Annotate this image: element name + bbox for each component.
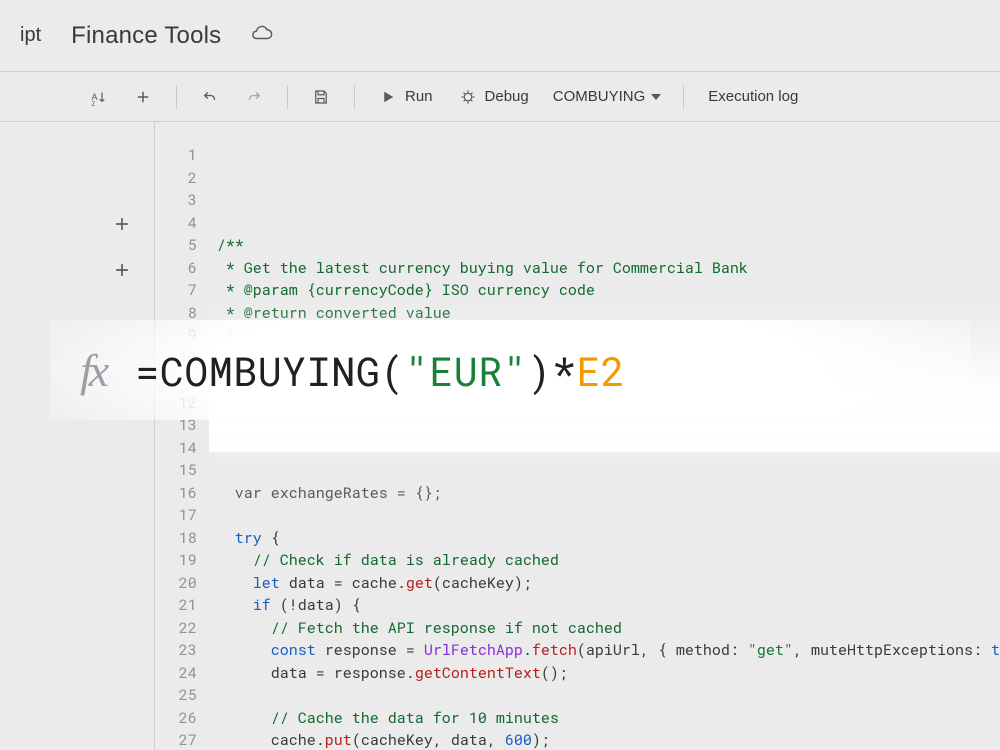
code-line[interactable]: data = response.getContentText(); [217, 662, 1000, 685]
code-line[interactable] [217, 684, 1000, 707]
line-number-gutter: 1234567891011121314151617181920212223242… [155, 122, 209, 750]
code-line[interactable] [217, 437, 1000, 460]
code-area[interactable]: /** * Get the latest currency buying val… [209, 122, 1000, 750]
code-line[interactable]: /** [217, 234, 1000, 257]
run-button[interactable]: Run [369, 82, 443, 112]
breadcrumb-fragment: ipt [20, 24, 41, 47]
code-editor[interactable]: 1234567891011121314151617181920212223242… [155, 122, 1000, 750]
line-number: 3 [155, 189, 197, 212]
line-number: 21 [155, 594, 197, 617]
redo-button[interactable] [235, 82, 273, 112]
code-line[interactable]: const response = UrlFetchApp.fetch(apiUr… [217, 639, 1000, 662]
line-number: 16 [155, 482, 197, 505]
line-number: 2 [155, 167, 197, 190]
code-line[interactable]: * @param {currencyCode} ISO currency cod… [217, 279, 1000, 302]
code-line[interactable]: // Check if data is already cached [217, 549, 1000, 572]
separator [287, 85, 288, 109]
function-selector[interactable]: COMBUYING [545, 82, 670, 111]
line-number: 17 [155, 504, 197, 527]
line-number: 22 [155, 617, 197, 640]
line-number: 23 [155, 639, 197, 662]
rail-add-button-2[interactable] [108, 256, 136, 284]
cloud-save-icon[interactable] [251, 22, 273, 49]
fx-icon: fx [80, 344, 105, 397]
line-number: 15 [155, 459, 197, 482]
header-bar: ipt Finance Tools [0, 0, 1000, 72]
line-number: 4 [155, 212, 197, 235]
line-number: 6 [155, 257, 197, 280]
line-number: 27 [155, 729, 197, 750]
code-line[interactable] [217, 504, 1000, 527]
line-number: 1 [155, 144, 197, 167]
svg-text:A: A [92, 92, 98, 102]
debug-button[interactable]: Debug [449, 82, 539, 112]
editor-toolbar: AZ Run Debug COMBUYING Execution log [0, 72, 1000, 122]
line-number: 26 [155, 707, 197, 730]
separator [683, 85, 684, 109]
formula-text: = COMBUYING ( "EUR" ) * E2 [135, 344, 625, 397]
line-number: 19 [155, 549, 197, 572]
project-title[interactable]: Finance Tools [71, 22, 221, 50]
svg-text:Z: Z [92, 102, 96, 106]
code-line[interactable]: // Cache the data for 10 minutes [217, 707, 1000, 730]
line-number: 25 [155, 684, 197, 707]
line-number: 18 [155, 527, 197, 550]
run-label: Run [405, 88, 433, 105]
execution-log-label: Execution log [708, 88, 798, 105]
line-number: 7 [155, 279, 197, 302]
code-line[interactable]: let data = cache.get(cacheKey); [217, 572, 1000, 595]
line-number: 5 [155, 234, 197, 257]
code-line[interactable]: try { [217, 527, 1000, 550]
line-number: 14 [155, 437, 197, 460]
code-line[interactable]: if (!data) { [217, 594, 1000, 617]
function-selector-value: COMBUYING [553, 88, 646, 105]
sort-az-button[interactable]: AZ [80, 82, 118, 112]
undo-button[interactable] [191, 82, 229, 112]
code-line[interactable]: * Get the latest currency buying value f… [217, 257, 1000, 280]
left-rail [0, 122, 155, 750]
add-file-button[interactable] [124, 82, 162, 112]
execution-log-button[interactable]: Execution log [698, 82, 808, 111]
line-number: 24 [155, 662, 197, 685]
code-line[interactable]: // Fetch the API response if not cached [217, 617, 1000, 640]
code-line[interactable] [217, 459, 1000, 482]
code-line[interactable]: cache.put(cacheKey, data, 600); [217, 729, 1000, 750]
separator [354, 85, 355, 109]
debug-label: Debug [485, 88, 529, 105]
line-number: 20 [155, 572, 197, 595]
chevron-down-icon [651, 94, 661, 100]
formula-spotlight: fx = COMBUYING ( "EUR" ) * E2 [50, 320, 970, 420]
rail-add-button-1[interactable] [108, 210, 136, 238]
save-button[interactable] [302, 82, 340, 112]
code-line[interactable]: var exchangeRates = {}; [217, 482, 1000, 505]
separator [176, 85, 177, 109]
